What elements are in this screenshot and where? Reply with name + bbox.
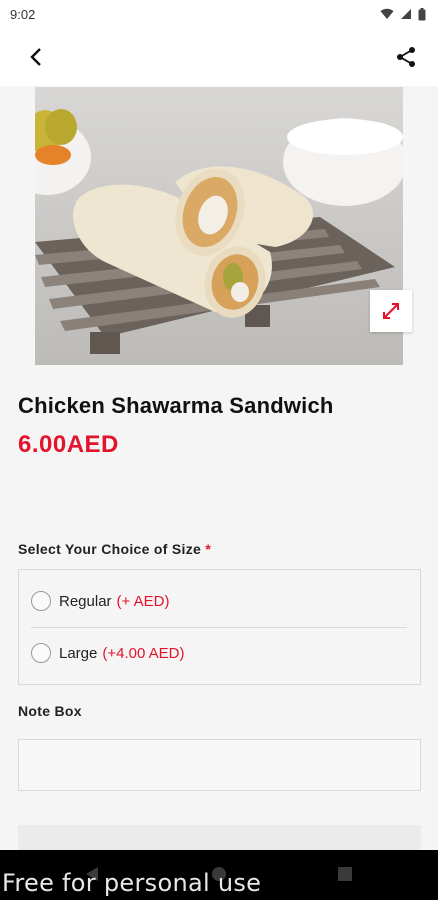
size-section-label: Select Your Choice of Size * — [18, 541, 211, 557]
shawarma-photo — [35, 87, 403, 365]
watermark-text: Free for personal use — [2, 869, 262, 897]
product-image — [35, 87, 403, 365]
chevron-left-icon — [30, 48, 41, 66]
option-extra-price: (+4.00 AED) — [102, 644, 185, 662]
status-time: 9:02 — [10, 6, 36, 22]
app-bar — [0, 28, 438, 86]
share-icon — [397, 47, 415, 67]
signal-icon — [401, 9, 411, 19]
option-extra-price: (+ AED) — [116, 592, 170, 610]
product-price: 6.00AED — [18, 431, 119, 458]
note-input[interactable] — [18, 739, 421, 791]
status-icons — [380, 7, 426, 21]
share-button[interactable] — [392, 43, 420, 71]
wifi-icon — [380, 8, 394, 19]
back-button[interactable] — [22, 43, 50, 71]
radio-regular[interactable] — [31, 591, 51, 611]
required-mark: * — [205, 541, 212, 557]
size-label-text: Select Your Choice of Size — [18, 541, 202, 557]
note-box-label: Note Box — [18, 703, 82, 719]
size-option-regular[interactable]: Regular (+ AED) — [19, 575, 420, 627]
expand-icon — [383, 303, 399, 319]
status-bar: 9:02 — [0, 0, 438, 28]
option-name: Large — [59, 644, 98, 662]
option-name: Regular — [59, 592, 112, 610]
size-option-large[interactable]: Large (+4.00 AED) — [19, 627, 420, 679]
radio-large[interactable] — [31, 643, 51, 663]
nav-recents-icon[interactable] — [338, 867, 352, 881]
battery-icon — [418, 7, 426, 20]
size-options-group: Regular (+ AED) Large (+4.00 AED) — [18, 569, 421, 685]
expand-image-button[interactable] — [370, 290, 412, 332]
product-title: Chicken Shawarma Sandwich — [18, 393, 334, 418]
